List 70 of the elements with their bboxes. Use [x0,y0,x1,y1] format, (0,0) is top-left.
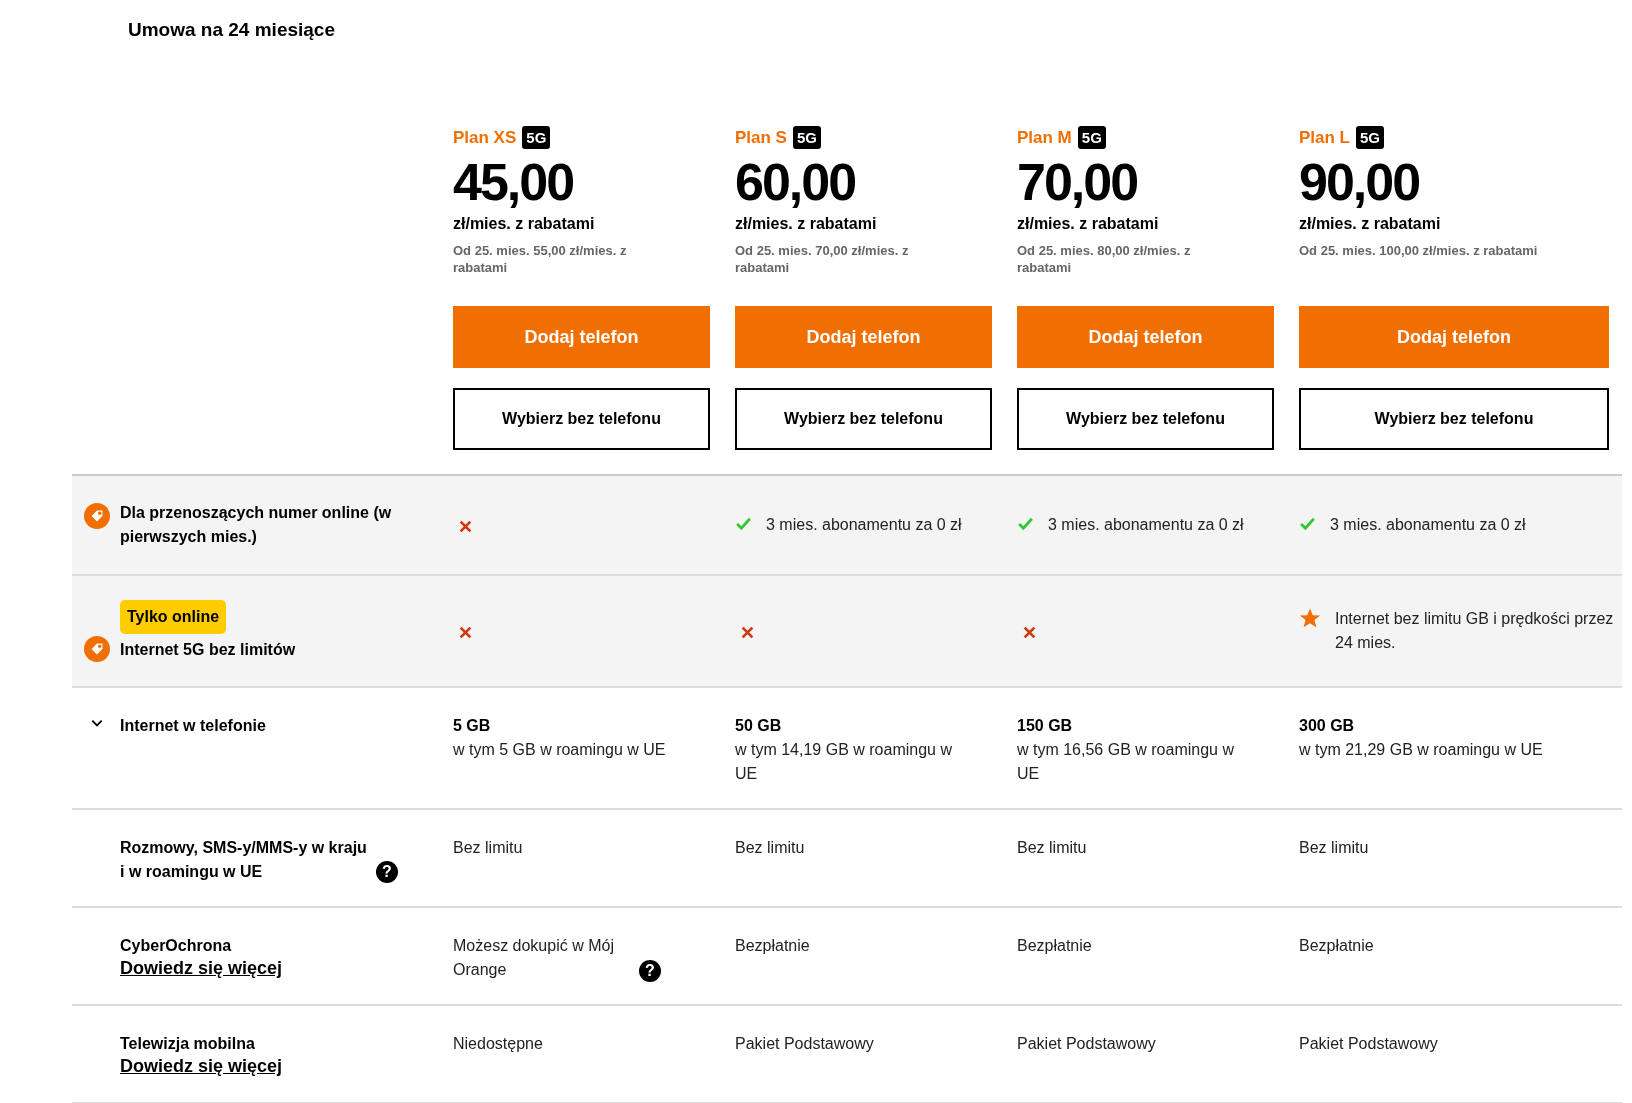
feature-value: Możesz dokupić w Mój Orange [453,936,615,980]
check-icon [1017,515,1034,532]
price-unit: zł/mies. z rabatami [1299,214,1442,234]
feature-value: 3 mies. abonamentu za 0 zł [1048,515,1244,535]
price-note: Od 25. mies. 70,00 zł/mies. z rabatami [735,242,910,276]
plan-name: Plan L [1299,126,1350,149]
learn-more-link[interactable]: Dowiedz się więcej [120,1056,283,1076]
feature-value: 3 mies. abonamentu za 0 zł [766,515,962,535]
feature-value: Bez limitu [453,838,523,858]
feature-label: Internet w telefonie [120,716,266,736]
star-icon [1299,607,1321,629]
price-note: Od 25. mies. 55,00 zł/mies. z rabatami [453,242,628,276]
cross-icon [459,519,472,533]
data-amount: 5 GB [453,716,492,736]
plan-price: 90,00 [1299,152,1421,212]
online-only-badge: Tylko online [120,600,227,634]
price-unit: zł/mies. z rabatami [1017,214,1160,234]
learn-more-link[interactable]: Dowiedz się więcej [120,958,283,978]
help-button[interactable]: ? [639,960,661,982]
help-button[interactable]: ? [376,860,398,883]
network-badge: 5G [1356,125,1385,149]
price-note: Od 25. mies. 100,00 zł/mies. z rabatami [1299,242,1539,260]
plan-name: Plan XS [453,126,517,149]
plan-price: 45,00 [453,152,575,212]
feature-value: Pakiet Podstawowy [735,1034,874,1054]
plan-name: Plan M [1017,126,1072,149]
feature-value: Internet bez limitu GB i prędkości przez 24 mies. [1335,609,1615,653]
feature-value: Pakiet Podstawowy [1017,1034,1156,1054]
tag-icon [84,503,110,529]
feature-value: 3 mies. abonamentu za 0 zł [1330,515,1526,535]
check-icon [735,515,752,532]
choose-without-phone-button[interactable]: Wybierz bez telefonu [735,388,992,450]
plan-name: Plan S [735,126,787,149]
roaming-note: w tym 5 GB w roamingu w UE [453,740,667,760]
network-badge: 5G [1077,125,1106,149]
feature-value: Bez limitu [735,838,805,858]
roaming-note: w tym 14,19 GB w roamingu w UE [735,740,953,784]
feature-value: Bezpłatnie [735,936,810,956]
feature-label: Rozmowy, SMS-y/MMS-y w kraju i w roamingu w UE [120,838,368,882]
roaming-note: w tym 21,29 GB w roamingu w UE [1299,740,1544,760]
feature-value: Bezpłatnie [1017,936,1092,956]
feature-label: CyberOchrona [120,936,232,956]
choose-without-phone-button[interactable]: Wybierz bez telefonu [1299,388,1609,450]
data-amount: 50 GB [735,716,783,736]
plan-price: 70,00 [1017,152,1139,212]
feature-value: Niedostępne [453,1034,543,1054]
price-unit: zł/mies. z rabatami [453,214,596,234]
price-note: Od 25. mies. 80,00 zł/mies. z rabatami [1017,242,1192,276]
roaming-note: w tym 16,56 GB w roamingu w UE [1017,740,1235,784]
network-badge: 5G [792,125,821,149]
plan-price: 60,00 [735,152,857,212]
tag-icon [84,636,110,662]
feature-label: Telewizja mobilna [120,1034,255,1054]
feature-value: Bez limitu [1017,838,1087,858]
feature-label: Internet 5G bez limitów [120,640,296,660]
feature-value: Bezpłatnie [1299,936,1374,956]
cross-icon [1023,625,1036,639]
data-amount: 150 GB [1017,716,1074,736]
feature-value: Pakiet Podstawowy [1299,1034,1438,1054]
data-amount: 300 GB [1299,716,1356,736]
feature-label: Dla przenoszących numer online (w pierwszych mies.) [120,503,393,547]
page-title: Umowa na 24 miesiące [128,18,336,42]
choose-without-phone-button[interactable]: Wybierz bez telefonu [1017,388,1274,450]
network-badge: 5G [522,125,551,149]
choose-without-phone-button[interactable]: Wybierz bez telefonu [453,388,710,450]
price-unit: zł/mies. z rabatami [735,214,878,234]
cross-icon [741,625,754,639]
check-icon [1299,515,1316,532]
cross-icon [459,625,472,639]
feature-value: Bez limitu [1299,838,1369,858]
